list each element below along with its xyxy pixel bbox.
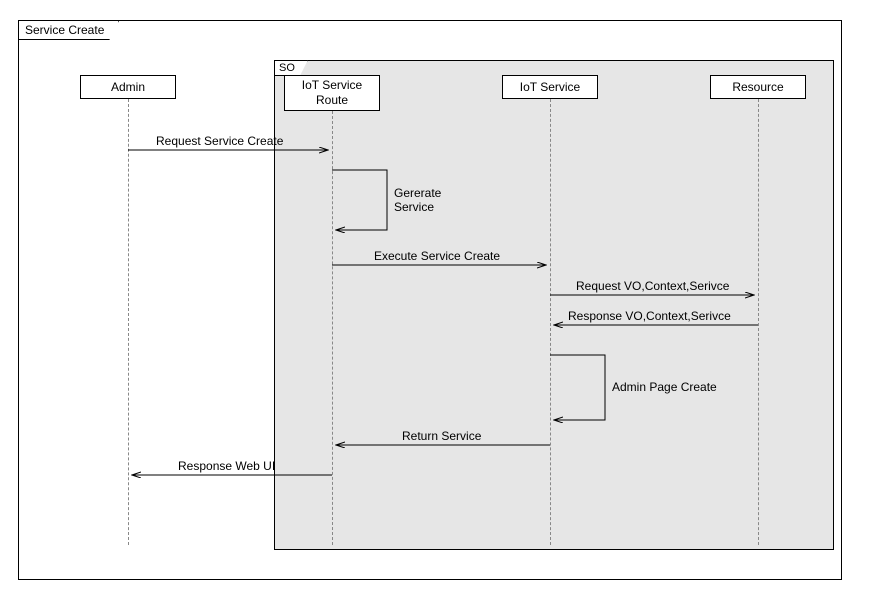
label-m4: Request VO,Context,Serivce (576, 279, 729, 293)
container-so: SO (274, 60, 834, 550)
lifeline-service (550, 99, 551, 545)
participant-route: IoT Service Route (284, 75, 380, 111)
lifeline-admin (128, 99, 129, 545)
label-m1: Request Service Create (156, 134, 283, 148)
participant-admin-label: Admin (111, 80, 145, 95)
participant-admin: Admin (80, 75, 176, 99)
sequence-diagram: Service Create SO Admin IoT Service Rout… (0, 0, 880, 610)
container-so-label: SO (274, 60, 308, 76)
frame-title: Service Create (18, 20, 119, 40)
frame-title-text: Service Create (25, 23, 104, 37)
participant-resource: Resource (710, 75, 806, 99)
label-m2: Gererate Service (394, 186, 464, 215)
label-m5: Response VO,Context,Serivce (568, 309, 731, 323)
participant-service-label: IoT Service (520, 80, 580, 95)
container-so-label-text: SO (279, 62, 295, 74)
participant-resource-label: Resource (732, 80, 783, 95)
label-m8: Response Web UI (178, 459, 275, 473)
label-m3: Execute Service Create (374, 249, 500, 263)
participant-route-label: IoT Service Route (285, 78, 379, 108)
lifeline-route (332, 111, 333, 545)
lifeline-resource (758, 99, 759, 545)
label-m7: Return Service (402, 429, 481, 443)
participant-service: IoT Service (502, 75, 598, 99)
label-m6: Admin Page Create (612, 380, 717, 394)
